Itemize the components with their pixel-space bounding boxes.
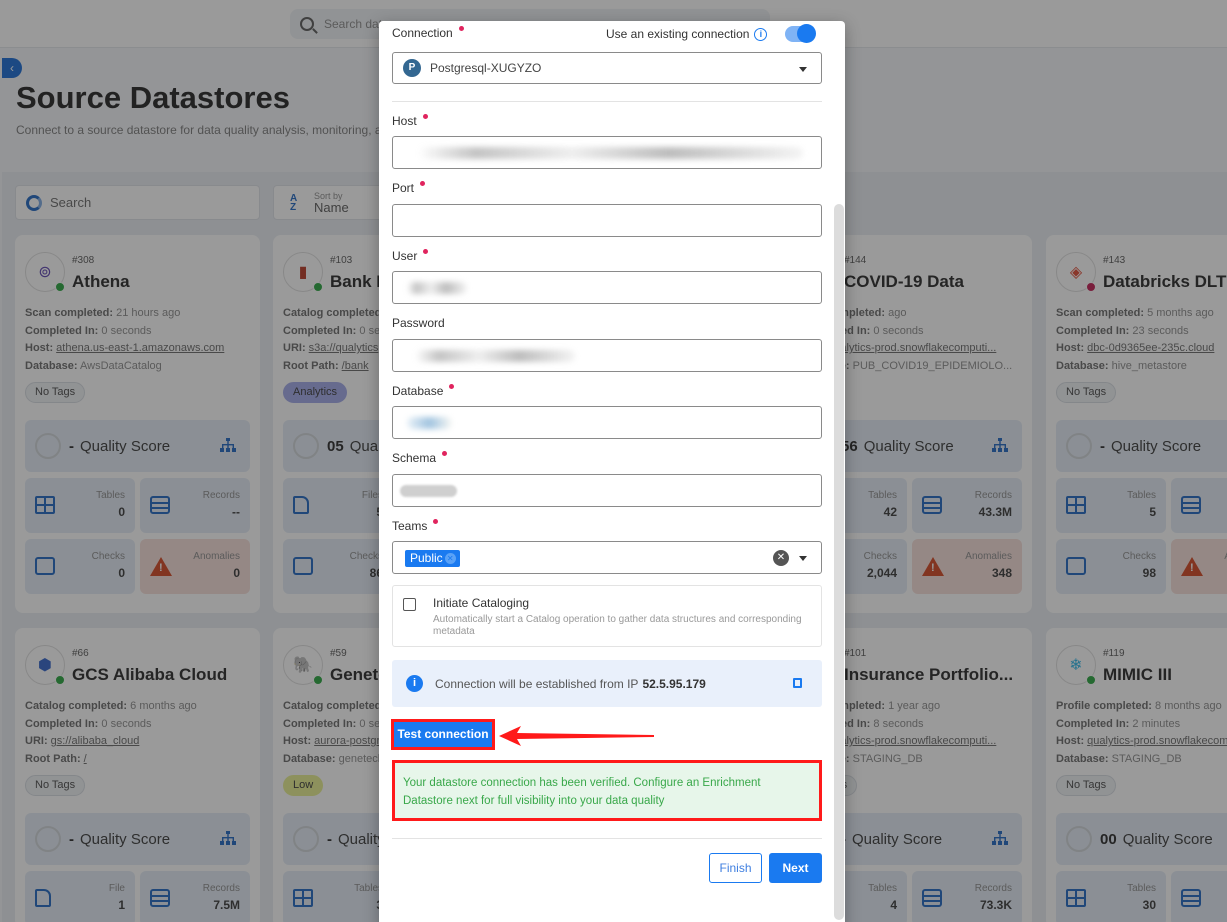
required-indicator <box>423 249 429 254</box>
team-chip: Public ✕ <box>405 550 460 567</box>
modal-scrollbar[interactable] <box>834 204 844 920</box>
info-icon: i <box>406 675 423 692</box>
team-chip-label: Public <box>410 551 443 565</box>
teams-label: Teams <box>392 519 439 533</box>
divider <box>392 101 822 102</box>
clear-icon[interactable]: ✕ <box>773 550 789 566</box>
database-label: Database <box>392 384 455 398</box>
remove-chip-icon[interactable]: ✕ <box>444 553 456 564</box>
required-indicator <box>433 519 439 524</box>
add-datastore-dialog: Connection Use an existing connection i … <box>379 21 845 922</box>
redacted-value <box>418 147 803 159</box>
copy-icon[interactable] <box>793 678 802 688</box>
test-connection-button[interactable]: Test connection <box>391 719 495 750</box>
redacted-value <box>400 485 457 497</box>
finish-button[interactable]: Finish <box>709 853 762 883</box>
password-input[interactable] <box>392 339 822 372</box>
chevron-down-icon <box>799 67 807 72</box>
user-label: User <box>392 249 429 263</box>
redacted-value <box>415 350 575 362</box>
password-label: Password <box>392 316 445 330</box>
required-indicator <box>420 181 426 186</box>
use-existing-connection-label: Use an existing connection i <box>606 27 768 41</box>
required-indicator <box>458 26 464 31</box>
ip-notice: i Connection will be established from IP… <box>392 660 822 707</box>
toggle-knob <box>797 24 816 43</box>
connection-label: Connection <box>392 26 464 40</box>
required-indicator <box>442 451 448 456</box>
port-label: Port <box>392 181 426 195</box>
divider <box>392 838 822 839</box>
redacted-value <box>407 282 467 294</box>
connection-success-message: Your datastore connection has been verif… <box>392 760 822 821</box>
connection-select[interactable]: P Postgresql-XUGYZO <box>392 52 822 84</box>
redacted-value <box>407 417 452 429</box>
schema-label: Schema <box>392 451 448 465</box>
teams-select[interactable]: Public ✕ ✕ <box>392 541 822 574</box>
chevron-down-icon[interactable] <box>799 556 807 561</box>
use-existing-connection-toggle[interactable] <box>785 24 816 43</box>
annotation-arrow-icon <box>499 726 654 746</box>
initiate-cataloging-title: Initiate Cataloging <box>433 596 530 610</box>
info-icon[interactable]: i <box>754 27 768 41</box>
ip-notice-text: Connection will be established from IP <box>435 676 639 691</box>
initiate-cataloging-description: Automatically start a Catalog operation … <box>433 614 802 637</box>
port-input[interactable] <box>392 204 822 237</box>
ip-address: 52.5.95.179 <box>642 676 706 691</box>
connection-value: Postgresql-XUGYZO <box>430 61 542 75</box>
schema-input[interactable] <box>392 474 822 507</box>
required-indicator <box>422 114 428 119</box>
initiate-cataloging-checkbox[interactable] <box>403 598 416 611</box>
initiate-cataloging-option: Initiate Cataloging Automatically start … <box>392 585 822 647</box>
next-button[interactable]: Next <box>769 853 822 883</box>
host-input[interactable] <box>392 136 822 169</box>
postgresql-icon: P <box>403 59 421 77</box>
host-label: Host <box>392 114 428 128</box>
database-input[interactable] <box>392 406 822 439</box>
user-input[interactable] <box>392 271 822 304</box>
required-indicator <box>449 384 455 389</box>
